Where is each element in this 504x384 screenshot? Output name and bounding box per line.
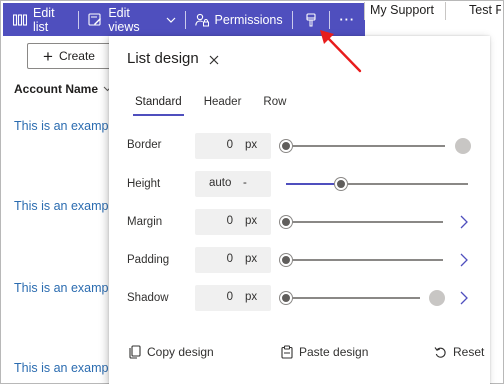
shadow-unit: px [245,291,258,303]
paste-icon [281,345,293,359]
person-lock-icon [194,13,209,27]
copy-icon [129,345,141,359]
height-value-field[interactable]: auto - [195,171,271,197]
command-bar: Edit list Edit views Permissions ··· [3,3,365,36]
padding-slider-thumb[interactable] [280,254,292,266]
shadow-slider-track[interactable] [286,297,420,299]
margin-value-field[interactable]: 0 px [195,209,271,235]
account-name-label: Account Name [14,82,99,96]
copy-design-button[interactable]: Copy design [129,345,214,359]
column-header-test[interactable]: Test Fo [469,3,501,19]
edit-view-icon [88,12,102,27]
design-tabs: Standard Header Row [133,96,308,116]
edit-views-label: Edit views [108,5,140,34]
column-header-my-support[interactable]: My Support [370,3,434,19]
margin-value: 0 [226,215,233,227]
shadow-expand-chevron-right-icon[interactable] [459,291,469,305]
paste-design-button[interactable]: Paste design [281,345,368,359]
panel-title: List design [127,50,199,67]
shadow-value: 0 [226,291,233,303]
list-item[interactable]: This is an examp [14,281,108,295]
reset-label: Reset [453,345,485,359]
paste-design-label: Paste design [299,345,369,359]
tab-header[interactable]: Header [204,96,242,116]
border-slider-track[interactable] [286,145,445,147]
border-color-swatch[interactable] [455,138,471,154]
edit-views-button[interactable]: Edit views [79,3,184,36]
list-item[interactable]: This is an examp [14,119,108,133]
column-separator [364,2,365,20]
border-slider-thumb[interactable] [280,140,292,152]
margin-unit: px [245,215,258,227]
shadow-value-field[interactable]: 0 px [195,285,271,311]
permissions-label: Permissions [214,12,283,27]
columns-icon [13,13,27,26]
copy-design-label: Copy design [147,345,214,359]
red-arrow-annotation [312,22,368,78]
permissions-button[interactable]: Permissions [186,3,292,36]
edit-list-button[interactable]: Edit list [3,3,78,36]
border-value: 0 [226,139,233,151]
account-name-column-header[interactable]: Account Name [14,82,112,96]
margin-expand-chevron-right-icon[interactable] [459,215,469,229]
shadow-color-swatch[interactable] [429,290,445,306]
height-slider-thumb[interactable] [335,178,347,190]
padding-expand-chevron-right-icon[interactable] [459,253,469,267]
list-design-panel: List design Standard Header Row Border 0… [109,36,490,384]
border-unit: px [245,139,258,151]
border-value-field[interactable]: 0 px [195,133,271,159]
reset-icon [434,346,447,359]
height-unit: - [243,177,247,189]
margin-slider-thumb[interactable] [280,216,292,228]
padding-value: 0 [226,253,233,265]
chevron-down-icon [166,17,176,23]
padding-slider-track[interactable] [286,259,443,261]
close-icon[interactable] [207,53,221,67]
margin-label: Margin [127,216,163,228]
padding-unit: px [245,253,258,265]
tab-row[interactable]: Row [263,96,286,116]
padding-value-field[interactable]: 0 px [195,247,271,273]
list-item[interactable]: This is an examp [14,361,108,375]
shadow-label: Shadow [127,292,169,304]
shadow-slider-thumb[interactable] [280,292,292,304]
list-item[interactable]: This is an examp [14,199,108,213]
padding-label: Padding [127,254,170,266]
column-separator [445,2,446,20]
plus-icon: + [43,46,53,66]
create-button[interactable]: + Create [27,43,111,69]
height-slider-fill [286,183,342,185]
reset-button[interactable]: Reset [434,345,484,359]
height-value: auto [209,177,232,189]
tab-standard[interactable]: Standard [133,96,184,116]
border-label: Border [127,139,162,151]
edit-list-label: Edit list [33,5,55,34]
create-label: Create [58,49,95,63]
margin-slider-track[interactable] [286,221,443,223]
height-label: Height [127,178,161,190]
